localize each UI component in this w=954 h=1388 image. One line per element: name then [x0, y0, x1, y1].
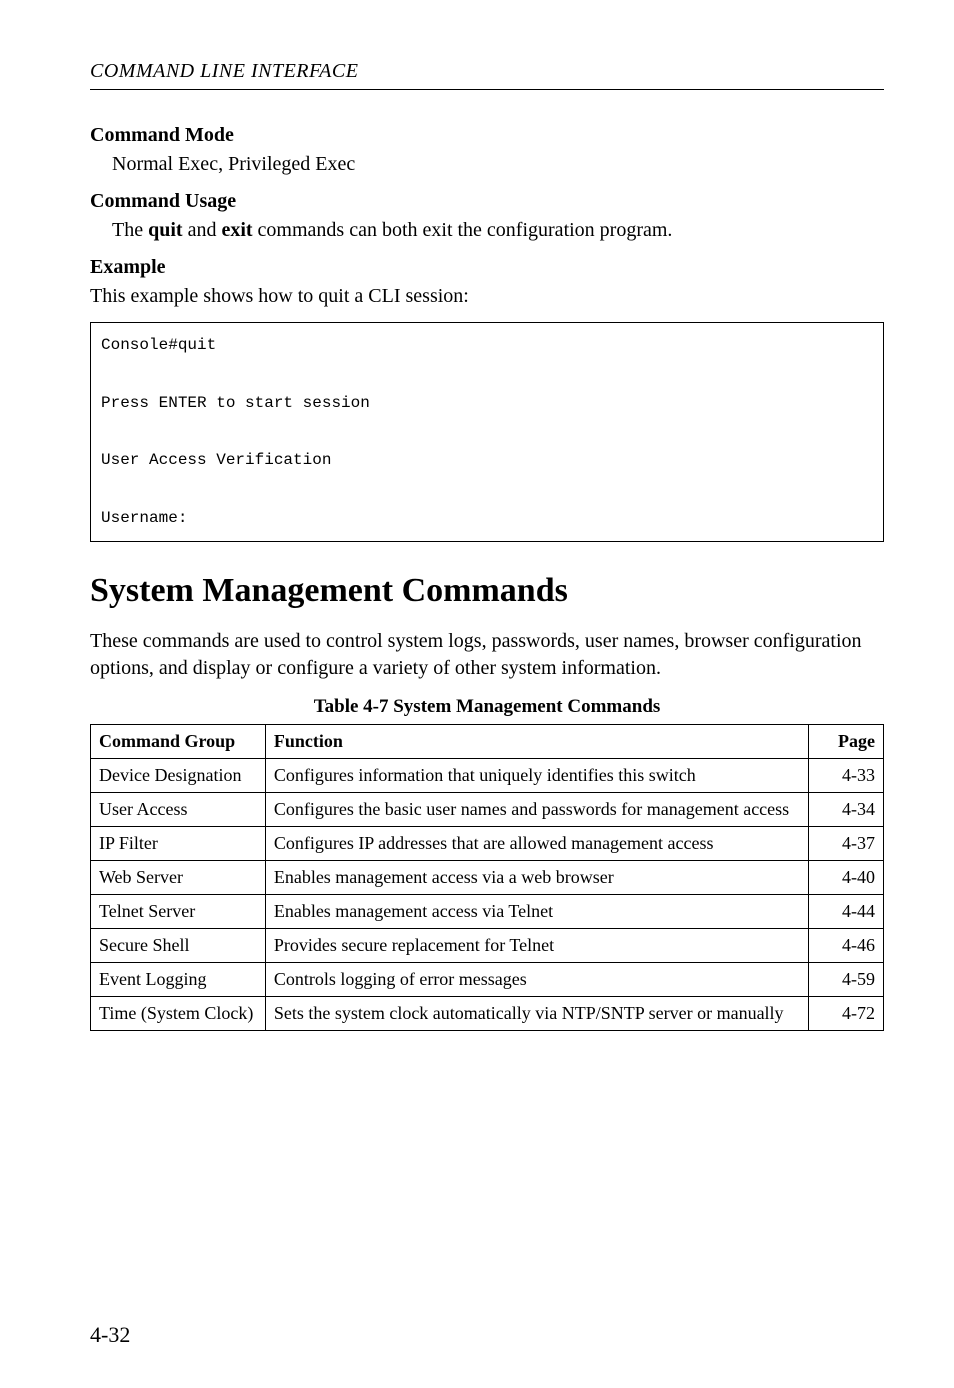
cell-function: Controls logging of error messages — [265, 962, 808, 996]
code-block: Console#quit Press ENTER to start sessio… — [90, 322, 884, 542]
cell-group: Time (System Clock) — [91, 996, 266, 1030]
text-example: This example shows how to quit a CLI ses… — [90, 283, 884, 310]
cell-group: Device Designation — [91, 758, 266, 792]
usage-mid: and — [183, 219, 222, 241]
cell-function: Configures the basic user names and pass… — [265, 792, 808, 826]
cell-function: Sets the system clock automatically via … — [265, 996, 808, 1030]
th-command-group: Command Group — [91, 724, 266, 758]
table-row: User Access Configures the basic user na… — [91, 792, 884, 826]
text-command-usage: The quit and exit commands can both exit… — [112, 217, 884, 244]
table-row: Web Server Enables management access via… — [91, 860, 884, 894]
cell-function: Enables management access via a web brow… — [265, 860, 808, 894]
th-function: Function — [265, 724, 808, 758]
table-header-row: Command Group Function Page — [91, 724, 884, 758]
text-command-mode: Normal Exec, Privileged Exec — [112, 151, 884, 178]
cell-group: Telnet Server — [91, 894, 266, 928]
cell-page: 4-33 — [809, 758, 884, 792]
cell-function: Provides secure replacement for Telnet — [265, 928, 808, 962]
mgmt-commands-table: Command Group Function Page Device Desig… — [90, 724, 884, 1031]
th-page: Page — [809, 724, 884, 758]
cell-page: 4-34 — [809, 792, 884, 826]
running-head: COMMAND LINE INTERFACE — [90, 60, 884, 83]
page-number: 4-32 — [90, 1322, 130, 1348]
cell-group: User Access — [91, 792, 266, 826]
cell-group: IP Filter — [91, 826, 266, 860]
heading-example: Example — [90, 256, 884, 279]
cell-page: 4-37 — [809, 826, 884, 860]
cell-function: Configures information that uniquely ide… — [265, 758, 808, 792]
main-heading: System Management Commands — [90, 572, 884, 610]
header-rule — [90, 89, 884, 90]
cell-page: 4-46 — [809, 928, 884, 962]
usage-prefix: The — [112, 219, 148, 241]
heading-command-mode: Command Mode — [90, 124, 884, 147]
table-row: Time (System Clock) Sets the system cloc… — [91, 996, 884, 1030]
table-row: IP Filter Configures IP addresses that a… — [91, 826, 884, 860]
table-row: Event Logging Controls logging of error … — [91, 962, 884, 996]
cell-group: Web Server — [91, 860, 266, 894]
usage-bold-quit: quit — [148, 219, 182, 241]
table-row: Device Designation Configures informatio… — [91, 758, 884, 792]
cell-page: 4-44 — [809, 894, 884, 928]
cell-page: 4-40 — [809, 860, 884, 894]
cell-function: Enables management access via Telnet — [265, 894, 808, 928]
cell-page: 4-59 — [809, 962, 884, 996]
usage-suffix: commands can both exit the configuration… — [253, 219, 673, 241]
cell-function: Configures IP addresses that are allowed… — [265, 826, 808, 860]
cell-group: Event Logging — [91, 962, 266, 996]
intro-paragraph: These commands are used to control syste… — [90, 628, 884, 682]
usage-bold-exit: exit — [221, 219, 252, 241]
table-row: Telnet Server Enables management access … — [91, 894, 884, 928]
table-caption: Table 4-7 System Management Commands — [90, 696, 884, 718]
heading-command-usage: Command Usage — [90, 190, 884, 213]
cell-group: Secure Shell — [91, 928, 266, 962]
table-row: Secure Shell Provides secure replacement… — [91, 928, 884, 962]
cell-page: 4-72 — [809, 996, 884, 1030]
